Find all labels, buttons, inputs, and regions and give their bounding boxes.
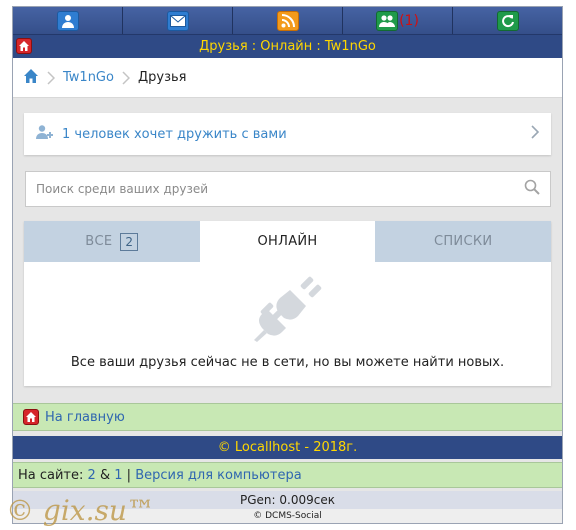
pgen-text: PGen: 0.009сек (240, 493, 335, 507)
breadcrumb-home-icon[interactable] (23, 68, 39, 88)
chevron-right-icon (531, 125, 540, 143)
plug-disconnected-icon (252, 272, 324, 346)
online-stats: На сайте: 2 & 1 | Версия для компьютера (13, 462, 562, 488)
online-separator: | (126, 467, 132, 483)
user-icon (56, 10, 79, 31)
nav-refresh-button[interactable] (453, 7, 562, 34)
tab-all-label: ВСЕ (85, 234, 113, 249)
watermark: © gix.su™ (6, 494, 155, 527)
empty-state-message: Все ваши друзья сейчас не в сети, но вы … (70, 355, 505, 370)
chevron-right-icon (114, 70, 138, 85)
copyright-bar: © Locallhost - 2018г. (13, 436, 562, 459)
tab-lists-label: СПИСКИ (433, 234, 493, 249)
breadcrumb: Tw1nGo Друзья (13, 58, 562, 98)
refresh-icon (496, 10, 519, 31)
home-icon[interactable] (16, 38, 32, 54)
friends-notification-count: (1) (399, 12, 419, 29)
chevron-right-icon (39, 70, 63, 85)
online-guests-link[interactable]: 1 (114, 468, 122, 483)
friend-request-link[interactable]: 1 человек хочет дружить с вами (24, 113, 551, 155)
home-link[interactable]: На главную (13, 403, 562, 431)
desktop-version-link[interactable]: Версия для компьютера (135, 468, 301, 483)
tab-all-count: 2 (120, 232, 139, 251)
add-user-icon (36, 124, 54, 144)
home-link-label: На главную (45, 409, 125, 425)
tab-online[interactable]: ОНЛАЙН (199, 221, 376, 262)
online-label: На сайте: (18, 467, 84, 483)
tab-lists[interactable]: СПИСКИ (375, 221, 552, 262)
breadcrumb-current: Друзья (137, 70, 187, 85)
friends-tabs: ВСЕ 2 ОНЛАЙН СПИСКИ (24, 221, 552, 262)
page-frame: (1) Друзья : Онлайн : Tw1nGo Tw1nGo Друз… (12, 6, 563, 524)
home-icon (23, 409, 39, 425)
tab-online-label: ОНЛАЙН (257, 234, 318, 249)
friend-search-box (25, 171, 551, 207)
search-icon[interactable] (524, 179, 540, 199)
copyright-text: © Locallhost - 2018г. (217, 440, 358, 455)
top-nav-bar: (1) (13, 7, 562, 35)
page-header: Друзья : Онлайн : Tw1nGo (13, 35, 562, 58)
nav-mail-button[interactable] (123, 7, 233, 34)
friends-card: ВСЕ 2 ОНЛАЙН СПИСКИ Все ваши друзья сейч… (24, 221, 552, 386)
tab-all[interactable]: ВСЕ 2 (24, 221, 200, 262)
breadcrumb-user-link[interactable]: Tw1nGo (63, 70, 114, 85)
mail-icon (166, 10, 189, 31)
page-title: Друзья : Онлайн : Tw1nGo (199, 39, 376, 54)
engine-credit-text[interactable]: © DCMS-Social (253, 511, 321, 521)
online-amp: & (99, 467, 111, 483)
nav-rss-button[interactable] (233, 7, 343, 34)
rss-icon (276, 10, 299, 31)
nav-friends-button[interactable]: (1) (343, 7, 453, 34)
friends-icon (376, 10, 399, 31)
nav-profile-button[interactable] (13, 7, 123, 34)
online-users-link[interactable]: 2 (88, 468, 96, 483)
friend-request-text: 1 человек хочет дружить с вами (62, 126, 287, 142)
friend-search-input[interactable] (36, 182, 524, 196)
empty-state: Все ваши друзья сейчас не в сети, но вы … (24, 262, 551, 386)
